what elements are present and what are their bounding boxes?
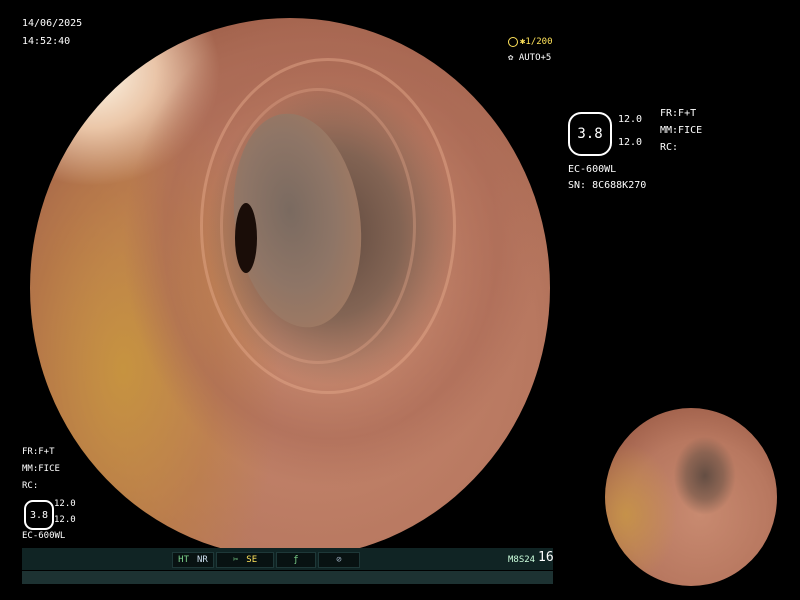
- shutter-indicator: ✱1/200: [508, 36, 553, 48]
- record-icon: ⊘: [336, 555, 342, 565]
- f-segment[interactable]: ƒ: [276, 552, 316, 568]
- right-mm: MM:FICE: [660, 125, 703, 136]
- lumen-shadow: [235, 203, 257, 273]
- ht-nr-segment[interactable]: HT NR: [172, 552, 214, 568]
- left-value-2: 12.0: [54, 515, 76, 525]
- iris-icon: ✿: [508, 53, 514, 63]
- auto-value: AUTO+5: [518, 53, 552, 63]
- auto-indicator: ✿ AUTO+5: [508, 52, 551, 64]
- record-segment[interactable]: ⊘: [318, 552, 360, 568]
- left-rc: RC:: [22, 481, 39, 491]
- right-rc: RC:: [660, 142, 679, 153]
- right-scope-model: EC-600WL: [568, 164, 617, 175]
- right-serial: SN: 8C688K270: [568, 180, 647, 191]
- endoscopy-screen: 14/06/2025 14:52:40 ✱1/200 ✿ AUTO+5 3.8 …: [0, 0, 800, 600]
- status-number: 16: [538, 550, 554, 565]
- left-magnification-badge: 3.8: [24, 500, 54, 530]
- status-code: M8S24: [508, 555, 536, 565]
- time-label: 14:52:40: [22, 36, 71, 47]
- se-segment[interactable]: ✂ SE: [216, 552, 274, 568]
- right-value-2: 12.0: [618, 137, 643, 148]
- right-fr: FR:F+T: [660, 108, 697, 119]
- right-value-1: 12.0: [618, 114, 643, 125]
- left-mm: MM:FICE: [22, 464, 60, 474]
- left-magnification-value: 3.8: [29, 509, 49, 521]
- nr-label: NR: [197, 555, 208, 565]
- shutter-value: 1/200: [525, 37, 553, 47]
- date-label: 14/06/2025: [22, 18, 83, 29]
- endoscopic-main-view: [30, 18, 550, 558]
- se-label: SE: [246, 555, 258, 565]
- shutter-icon: [508, 36, 518, 47]
- ht-label: HT: [178, 555, 189, 565]
- magnification-badge: 3.8: [568, 112, 612, 156]
- left-value-1: 12.0: [54, 499, 76, 509]
- status-bar-bottom: [22, 571, 553, 584]
- status-bar: HT NR ✂ SE ƒ ⊘ M8S24 16: [22, 548, 554, 584]
- left-fr: FR:F+T: [22, 447, 55, 457]
- magnification-value: 3.8: [577, 126, 603, 142]
- endoscopic-thumbnail-view[interactable]: [605, 408, 777, 586]
- status-bar-top: HT NR ✂ SE ƒ ⊘ M8S24 16: [22, 548, 554, 571]
- left-scope-model: EC-600WL: [22, 531, 66, 541]
- slash-icon: ƒ: [293, 555, 299, 565]
- scissors-icon: ✂: [232, 555, 239, 565]
